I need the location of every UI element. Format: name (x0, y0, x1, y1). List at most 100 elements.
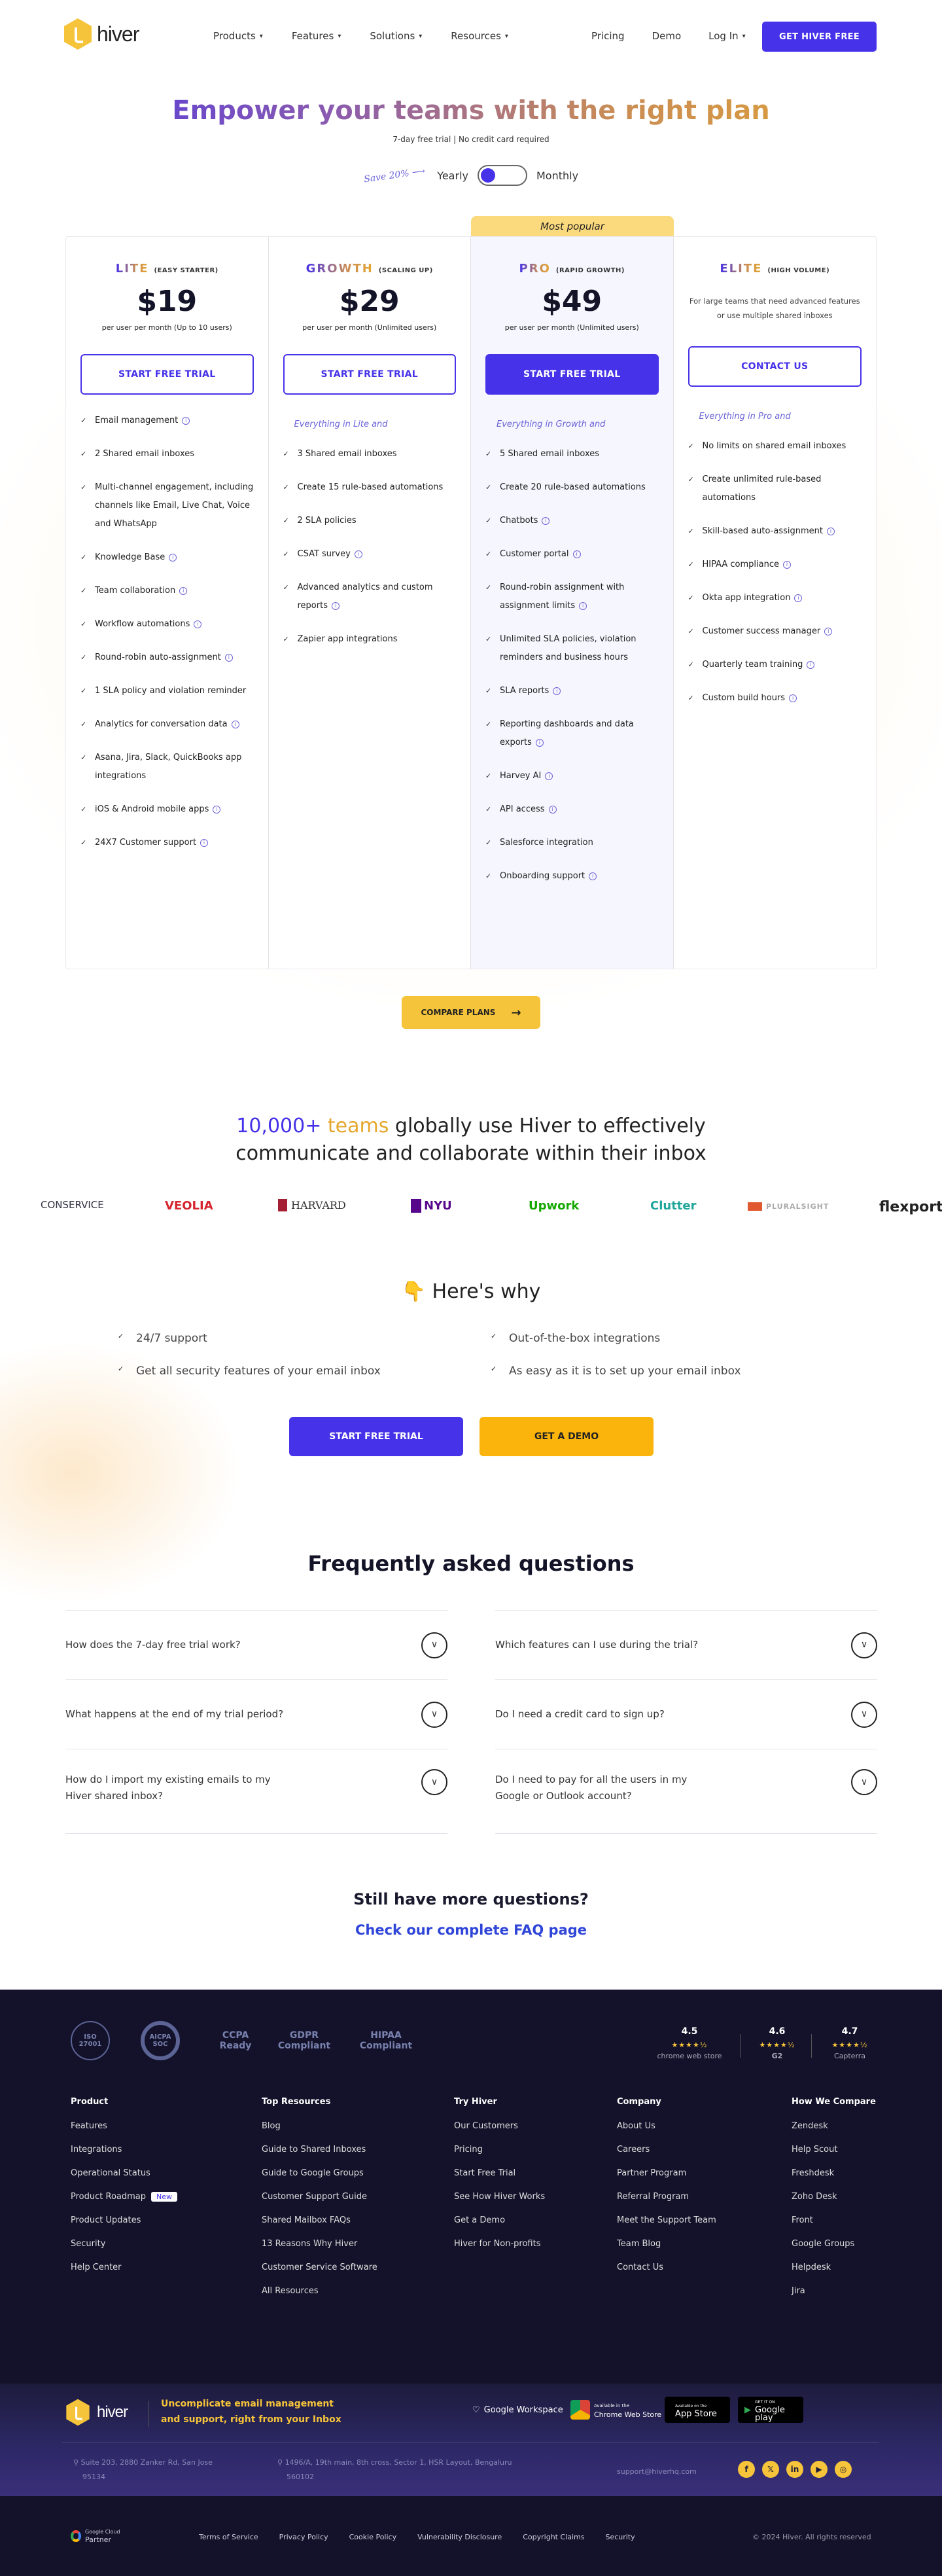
footer-link[interactable]: Team Blog (617, 2239, 716, 2249)
chevron-down-icon[interactable]: ∨ (421, 1769, 447, 1795)
footer-link[interactable]: Pricing (454, 2145, 545, 2155)
footer-link[interactable]: Customer Service Software (262, 2263, 377, 2272)
nav-resources[interactable]: Resources ▾ (451, 30, 508, 42)
footer-link[interactable]: Meet the Support Team (617, 2215, 716, 2225)
app-store-badge[interactable]: Available on the App Store (665, 2397, 730, 2423)
faq-item[interactable]: Do I need to pay for all the users in my… (495, 1749, 877, 1834)
nav-solutions[interactable]: Solutions ▾ (370, 30, 422, 42)
info-icon[interactable]: i (535, 738, 544, 747)
faq-item[interactable]: Which features can I use during the tria… (495, 1610, 877, 1679)
footer-link[interactable]: Helpdesk (792, 2263, 876, 2272)
footer-link[interactable]: Help Scout (792, 2145, 876, 2155)
footer-link[interactable]: Our Customers (454, 2121, 545, 2131)
footer-link[interactable]: Hiver for Non-profits (454, 2239, 545, 2249)
nav-features[interactable]: Features ▾ (292, 30, 341, 42)
footer-link[interactable]: About Us (617, 2121, 716, 2131)
footer-link[interactable]: Referral Program (617, 2192, 716, 2202)
compare-plans-button[interactable]: COMPARE PLANS → (402, 996, 540, 1029)
footer-link[interactable]: Partner Program (617, 2168, 716, 2178)
chevron-down-icon[interactable]: ∨ (421, 1632, 447, 1658)
yearly-label[interactable]: Yearly (437, 170, 468, 182)
footer-link[interactable]: Guide to Google Groups (262, 2168, 377, 2178)
footer-link[interactable]: Jira (792, 2286, 876, 2296)
start-free-trial-button[interactable]: START FREE TRIAL (80, 354, 254, 395)
contact-us-button[interactable]: CONTACT US (688, 346, 862, 387)
faq-item[interactable]: Do I need a credit card to sign up? ∨ (495, 1679, 877, 1749)
billing-toggle[interactable] (477, 165, 527, 186)
legal-link[interactable]: Security (605, 2533, 635, 2541)
nav-pricing[interactable]: Pricing (591, 30, 625, 42)
info-icon[interactable]: i (354, 550, 362, 558)
get-hiver-free-button[interactable]: GET HIVER FREE (762, 22, 877, 52)
footer-link[interactable]: Operational Status (71, 2168, 177, 2178)
info-icon[interactable]: i (579, 601, 587, 610)
google-workspace-badge[interactable]: ♡ Google Workspace (472, 2397, 563, 2423)
footer-link[interactable]: All Resources (262, 2286, 377, 2296)
legal-link[interactable]: Cookie Policy (349, 2533, 396, 2541)
footer-link[interactable]: Start Free Trial (454, 2168, 545, 2178)
info-icon[interactable]: i (331, 601, 340, 610)
info-icon[interactable]: i (182, 416, 190, 425)
legal-link[interactable]: Copyright Claims (523, 2533, 584, 2541)
info-icon[interactable]: i (194, 620, 202, 628)
footer-link[interactable]: Zoho Desk (792, 2192, 876, 2202)
chrome-web-store-badge[interactable]: Available in the Chrome Web Store (570, 2397, 661, 2423)
footer-link[interactable]: Freshdesk (792, 2168, 876, 2178)
info-icon[interactable]: i (179, 586, 188, 595)
chevron-down-icon[interactable]: ∨ (421, 1701, 447, 1728)
info-icon[interactable]: i (572, 550, 581, 558)
info-icon[interactable]: i (807, 660, 815, 669)
get-a-demo-button[interactable]: GET A DEMO (480, 1417, 654, 1456)
footer-link[interactable]: Careers (617, 2145, 716, 2155)
faq-page-link[interactable]: Check our complete FAQ page (0, 1922, 942, 1938)
legal-link[interactable]: Privacy Policy (279, 2533, 328, 2541)
footer-link[interactable]: Integrations (71, 2145, 177, 2155)
faq-item[interactable]: How do I import my existing emails to my… (65, 1749, 447, 1834)
footer-link[interactable]: See How Hiver Works (454, 2192, 545, 2202)
legal-link[interactable]: Terms of Service (199, 2533, 258, 2541)
footer-link[interactable]: Google Groups (792, 2239, 876, 2249)
x-twitter-icon[interactable]: 𝕏 (762, 2461, 779, 2478)
start-free-trial-button[interactable]: START FREE TRIAL (289, 1417, 463, 1456)
faq-item[interactable]: How does the 7-day free trial work? ∨ (65, 1610, 447, 1679)
footer-hiver-logo[interactable]: hiver (64, 2397, 128, 2428)
google-play-badge[interactable]: ▶ GET IT ON Google play (738, 2397, 803, 2423)
info-icon[interactable]: i (548, 805, 557, 814)
footer-link[interactable]: Front (792, 2215, 876, 2225)
footer-link[interactable]: Get a Demo (454, 2215, 545, 2225)
info-icon[interactable]: i (224, 653, 233, 662)
footer-link[interactable]: Customer Support Guide (262, 2192, 377, 2202)
footer-link[interactable]: Product Roadmap New (71, 2192, 177, 2202)
support-email[interactable]: support@hiverhq.com (617, 2465, 697, 2479)
nav-login[interactable]: Log In ▾ (708, 30, 746, 42)
info-icon[interactable]: i (783, 560, 791, 569)
info-icon[interactable]: i (213, 805, 221, 814)
start-free-trial-button[interactable]: START FREE TRIAL (485, 354, 659, 395)
legal-link[interactable]: Vulnerability Disclosure (417, 2533, 502, 2541)
footer-link[interactable]: Zendesk (792, 2121, 876, 2131)
linkedin-icon[interactable]: in (786, 2461, 803, 2478)
chevron-down-icon[interactable]: ∨ (851, 1701, 877, 1728)
info-icon[interactable]: i (826, 527, 835, 535)
info-icon[interactable]: i (169, 553, 177, 562)
footer-link[interactable]: Shared Mailbox FAQs (262, 2215, 377, 2225)
info-icon[interactable]: i (542, 516, 550, 525)
info-icon[interactable]: i (589, 872, 597, 880)
chevron-down-icon[interactable]: ∨ (851, 1769, 877, 1795)
footer-link[interactable]: Security (71, 2239, 177, 2249)
footer-link[interactable]: Guide to Shared Inboxes (262, 2145, 377, 2155)
facebook-icon[interactable]: f (738, 2461, 755, 2478)
hiver-logo[interactable]: hiver (64, 18, 139, 50)
footer-link[interactable]: Features (71, 2121, 177, 2131)
info-icon[interactable]: i (545, 772, 553, 780)
info-icon[interactable]: i (553, 687, 561, 695)
footer-link[interactable]: Contact Us (617, 2263, 716, 2272)
info-icon[interactable]: i (789, 694, 797, 702)
info-icon[interactable]: i (824, 627, 833, 635)
youtube-icon[interactable]: ▶ (811, 2461, 828, 2478)
start-free-trial-button[interactable]: START FREE TRIAL (283, 354, 456, 395)
footer-link[interactable]: Blog (262, 2121, 377, 2131)
chevron-down-icon[interactable]: ∨ (851, 1632, 877, 1658)
info-icon[interactable]: i (794, 594, 803, 602)
nav-products[interactable]: Products ▾ (213, 30, 263, 42)
